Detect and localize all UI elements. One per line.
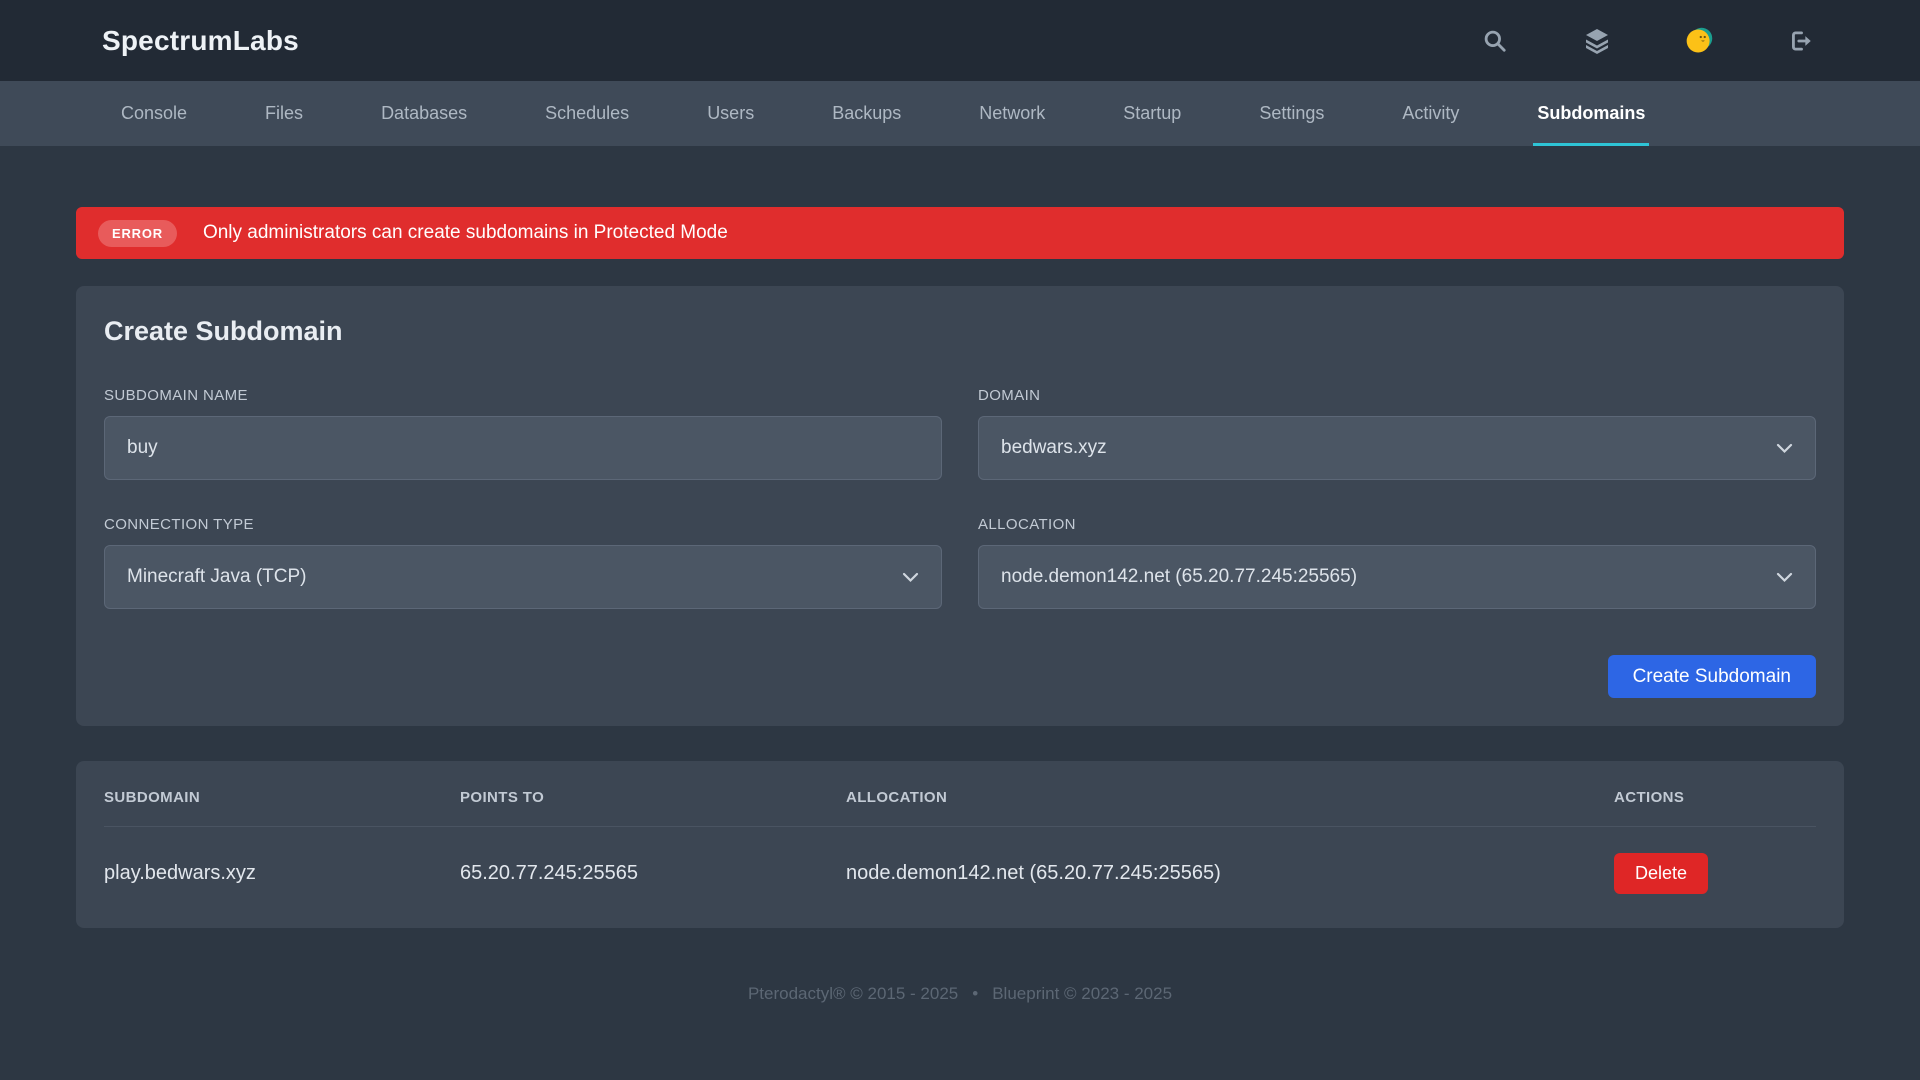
top-bar: SpectrumLabs	[0, 0, 1920, 81]
footer-separator: •	[972, 984, 979, 1003]
cell-points-to: 65.20.77.245:25565	[460, 862, 638, 884]
chevron-down-icon	[1776, 572, 1793, 582]
create-subdomain-form: SUBDOMAIN NAME DOMAIN bedwars.xyz CONNEC…	[104, 387, 1816, 609]
tab-backups[interactable]: Backups	[828, 81, 905, 146]
tab-startup[interactable]: Startup	[1119, 81, 1185, 146]
top-bar-icons	[1480, 26, 1816, 56]
tab-users[interactable]: Users	[703, 81, 758, 146]
error-message: Only administrators can create subdomain…	[202, 222, 728, 243]
header-points-to: POINTS TO	[460, 789, 545, 806]
layers-icon[interactable]	[1582, 26, 1612, 56]
domain-field: DOMAIN bedwars.xyz	[978, 387, 1816, 480]
error-badge: ERROR	[98, 219, 177, 247]
error-alert: ERROR Only administrators can create sub…	[76, 207, 1844, 259]
form-actions: Create Subdomain	[104, 655, 1816, 698]
allocation-select-value: node.demon142.net (65.20.77.245:25565)	[1001, 566, 1358, 587]
create-subdomain-button[interactable]: Create Subdomain	[1607, 655, 1816, 698]
page: SpectrumLabs Console Files Databases Sch…	[0, 0, 1920, 1004]
subdomain-name-field: SUBDOMAIN NAME	[104, 387, 942, 480]
brand-logo[interactable]: SpectrumLabs	[102, 25, 299, 57]
cell-actions: Delete	[1614, 853, 1816, 894]
delete-button[interactable]: Delete	[1614, 853, 1709, 894]
header-actions: ACTIONS	[1614, 789, 1685, 806]
header-subdomain: SUBDOMAIN	[104, 789, 201, 806]
logout-icon[interactable]	[1786, 26, 1816, 56]
user-avatar[interactable]	[1684, 26, 1714, 56]
cell-subdomain: play.bedwars.xyz	[104, 862, 256, 884]
header-allocation: ALLOCATION	[846, 789, 948, 806]
connection-type-select[interactable]: Minecraft Java (TCP)	[104, 545, 942, 609]
footer-blueprint-credit: Blueprint © 2023 - 2025	[992, 984, 1173, 1003]
tab-files[interactable]: Files	[261, 81, 307, 146]
domain-select[interactable]: bedwars.xyz	[978, 416, 1816, 480]
chevron-down-icon	[1776, 443, 1793, 453]
main-content: ERROR Only administrators can create sub…	[76, 207, 1844, 1004]
search-icon[interactable]	[1480, 26, 1510, 56]
table-header-row: SUBDOMAIN POINTS TO ALLOCATION ACTIONS	[104, 789, 1816, 826]
card-title: Create Subdomain	[104, 316, 343, 346]
tab-console[interactable]: Console	[117, 81, 191, 146]
table-row: play.bedwars.xyz 65.20.77.245:25565 node…	[104, 827, 1816, 894]
connection-type-field: CONNECTION TYPE Minecraft Java (TCP)	[104, 516, 942, 609]
domain-label: DOMAIN	[978, 387, 1041, 404]
create-subdomain-card: Create Subdomain SUBDOMAIN NAME DOMAIN b…	[76, 286, 1844, 726]
allocation-select[interactable]: node.demon142.net (65.20.77.245:25565)	[978, 545, 1816, 609]
footer-pterodactyl-credit: Pterodactyl® © 2015 - 2025	[747, 984, 959, 1003]
tab-databases[interactable]: Databases	[377, 81, 471, 146]
subdomain-name-label: SUBDOMAIN NAME	[104, 387, 248, 404]
allocation-field: ALLOCATION node.demon142.net (65.20.77.2…	[978, 516, 1816, 609]
chevron-down-icon	[902, 572, 919, 582]
tab-subdomains[interactable]: Subdomains	[1533, 81, 1650, 146]
connection-type-select-value: Minecraft Java (TCP)	[127, 566, 307, 587]
subdomains-table-card: SUBDOMAIN POINTS TO ALLOCATION ACTIONS p…	[76, 761, 1844, 928]
tab-network[interactable]: Network	[975, 81, 1049, 146]
server-nav: Console Files Databases Schedules Users …	[0, 81, 1920, 146]
allocation-label: ALLOCATION	[978, 516, 1076, 533]
domain-select-value: bedwars.xyz	[1001, 437, 1107, 458]
footer: Pterodactyl® © 2015 - 2025 • Blueprint ©…	[76, 984, 1844, 1004]
subdomain-name-input[interactable]	[104, 416, 942, 480]
cell-allocation: node.demon142.net (65.20.77.245:25565)	[846, 862, 1221, 884]
connection-type-label: CONNECTION TYPE	[104, 516, 254, 533]
tab-activity[interactable]: Activity	[1398, 81, 1463, 146]
tab-settings[interactable]: Settings	[1255, 81, 1328, 146]
tab-schedules[interactable]: Schedules	[541, 81, 633, 146]
